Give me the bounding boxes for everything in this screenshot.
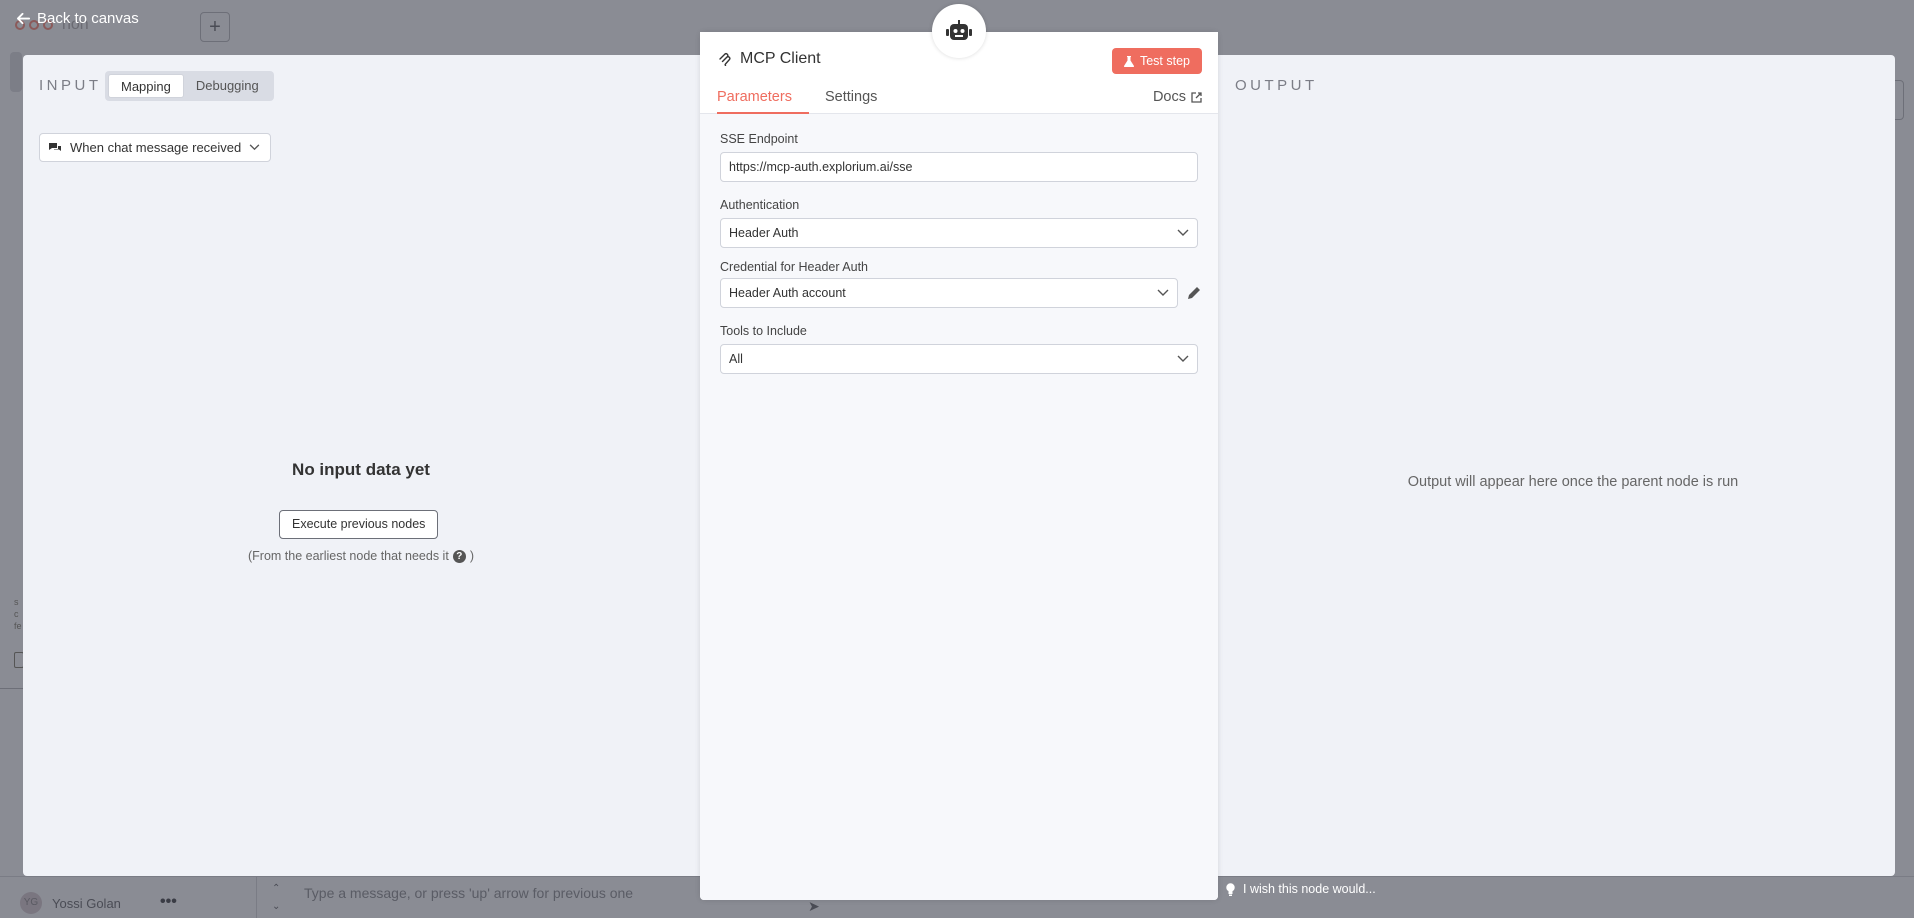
sse-endpoint-label: SSE Endpoint [720,132,798,146]
test-step-label: Test step [1139,54,1190,68]
user-avatar: YG [20,892,42,914]
arrow-left-icon [16,12,31,25]
credential-label: Credential for Header Auth [720,260,869,274]
hint-prefix: (From the earliest node that needs it [248,549,449,563]
sse-endpoint-input[interactable]: https://mcp-auth.explorium.ai/sse [720,152,1198,182]
lightbulb-icon [1226,882,1235,896]
no-input-title: No input data yet [292,460,430,479]
chevron-down-icon [1177,229,1189,236]
authentication-select[interactable]: Header Auth [720,218,1198,248]
parameters-form: SSE Endpoint https://mcp-auth.explorium.… [700,114,1218,900]
edit-credential-icon[interactable] [1186,285,1202,301]
mcp-icon [719,53,731,66]
robot-icon [946,20,972,40]
flask-icon [1123,55,1134,67]
tools-label: Tools to Include [720,324,807,338]
sidebar-backdrop [10,52,22,92]
tools-select[interactable]: All [720,344,1198,374]
chevron-down-icon [1157,289,1169,296]
history-arrows-icon: ⌃ ⌄ [272,883,281,912]
chat-input-placeholder: Type a message, or press 'up' arrow for … [304,885,634,901]
mapping-tab[interactable]: Mapping [108,74,184,98]
node-title: MCP Client [718,50,821,68]
credential-value: Header Auth account [729,286,846,300]
user-name: Yossi Golan [52,896,121,911]
chevron-down-icon [1177,355,1189,362]
input-panel: INPUT Mapping Debugging When chat messag… [23,55,699,876]
authentication-label: Authentication [720,198,800,212]
tab-settings[interactable]: Settings [825,89,877,114]
add-node-icon: + [200,12,230,42]
tab-docs-label: Docs [1152,89,1186,105]
execute-previous-nodes-button[interactable]: Execute previous nodes [279,510,439,539]
chat-bubbles-icon [49,142,61,151]
authentication-value: Header Auth [729,226,799,240]
execute-hint: (From the earliest node that needs it ? … [23,549,699,563]
node-title-text: MCP Client [740,50,821,67]
input-heading: INPUT [39,77,102,94]
back-label: Back to canvas [37,10,139,27]
input-mode-toggle: Mapping Debugging [105,71,274,101]
node-type-badge [932,4,986,58]
node-tabs: Parameters Settings Docs [700,89,1218,114]
help-icon[interactable]: ? [452,549,466,563]
output-heading: OUTPUT [1235,77,1318,94]
test-step-button[interactable]: Test step [1111,48,1202,74]
chevron-down-icon [249,144,260,151]
external-link-icon [1191,92,1202,103]
footer-divider [256,876,257,918]
input-node-select[interactable]: When chat message received [39,133,272,162]
tools-value: All [729,352,743,366]
sse-endpoint-value: https://mcp-auth.explorium.ai/sse [729,160,913,174]
send-icon: ➤ [808,898,820,914]
credential-select[interactable]: Header Auth account [720,278,1178,308]
feedback-label: I wish this node would... [1243,882,1376,896]
tab-parameters[interactable]: Parameters [717,89,809,114]
debugging-tab[interactable]: Debugging [184,74,271,98]
output-empty-message: Output will appear here once the parent … [1407,474,1739,490]
input-node-name: When chat message received [70,140,242,155]
tab-parameters-label: Parameters [717,89,792,105]
tab-docs[interactable]: Docs [1153,89,1202,114]
user-menu-icon: ••• [160,893,177,910]
node-parameters-panel: MCP Client Test step Parameters Settings… [700,32,1218,900]
back-to-canvas-link[interactable]: Back to canvas [16,10,139,27]
hint-suffix: ) [469,549,474,563]
canvas-snippet: s c fe [14,597,22,631]
feedback-link[interactable]: I wish this node would... [1226,882,1376,896]
